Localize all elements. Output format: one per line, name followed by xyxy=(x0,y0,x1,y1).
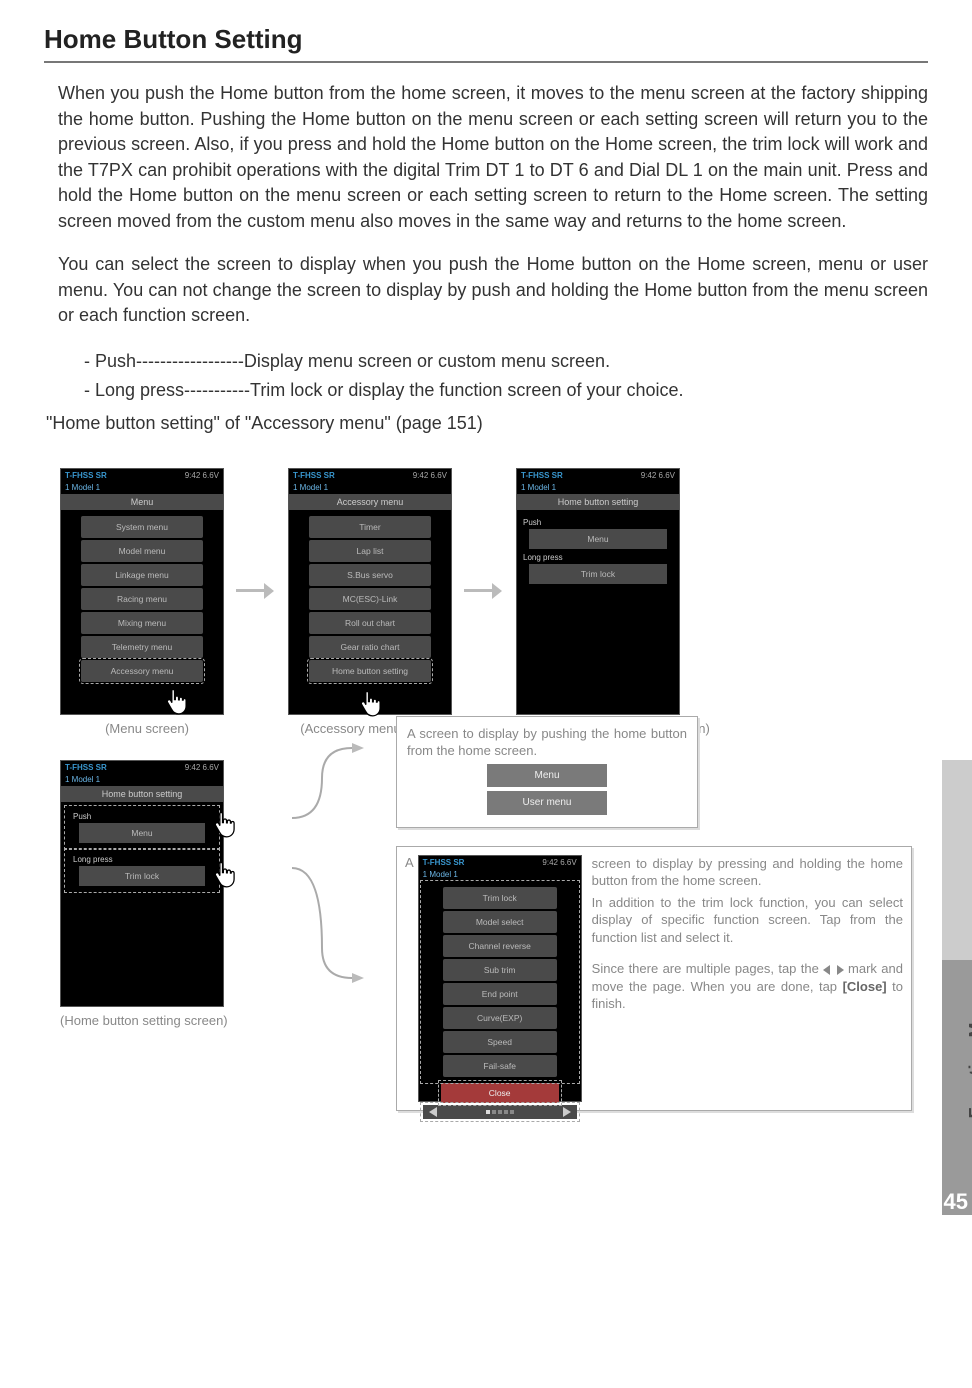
reference-line: "Home button setting" of "Accessory menu… xyxy=(44,413,928,434)
pager[interactable] xyxy=(423,1105,577,1119)
option-user-menu[interactable]: User menu xyxy=(487,791,607,815)
push-label: Push xyxy=(67,810,217,821)
func-item[interactable]: Curve(EXP) xyxy=(443,1007,557,1029)
caption-hbs-2: (Home button setting screen) xyxy=(60,1013,272,1028)
page-number: 45 xyxy=(944,1189,968,1215)
accessory-item[interactable]: Lap list xyxy=(309,540,431,562)
info-box-long-press: A T-FHSS SR9:42 6.6V 1 Model 1 Trim lock… xyxy=(396,846,912,1111)
arrow-right-icon xyxy=(464,582,504,600)
arrow-right-icon xyxy=(236,582,276,600)
title-rule xyxy=(44,61,928,63)
screenshot-home-button-setting: T-FHSS SR9:42 6.6V 1 Model 1 Home button… xyxy=(516,468,680,715)
hand-pointer-icon xyxy=(357,688,383,722)
info2-p2: In addition to the trim lock function, y… xyxy=(592,894,903,947)
func-item[interactable]: End point xyxy=(443,983,557,1005)
menu-item[interactable]: Linkage menu xyxy=(81,564,203,586)
menu-item[interactable]: Telemetry menu xyxy=(81,636,203,658)
paragraph-2: You can select the screen to display whe… xyxy=(44,252,928,329)
screenshot-menu: T-FHSS SR9:42 6.6V 1 Model 1 Menu System… xyxy=(60,468,224,715)
push-line: - Push------------------Display menu scr… xyxy=(84,347,928,376)
func-item[interactable]: Fail-safe xyxy=(443,1055,557,1077)
close-label: [Close] xyxy=(843,979,887,994)
func-item[interactable]: Model select xyxy=(443,911,557,933)
page-prev-icon[interactable] xyxy=(429,1107,437,1117)
long-press-label: Long press xyxy=(517,551,679,562)
paragraph-1: When you push the Home button from the h… xyxy=(44,81,928,234)
long-press-label: Long press xyxy=(67,853,217,864)
func-item[interactable]: Speed xyxy=(443,1031,557,1053)
info-box-text: A screen to display by pushing the home … xyxy=(407,725,687,760)
model-line: 1 Model 1 xyxy=(61,483,223,494)
long-press-button[interactable]: Trim lock xyxy=(529,564,667,584)
info2-p3: Since there are multiple pages, tap the … xyxy=(592,960,903,1013)
long-press-button[interactable]: Trim lock xyxy=(79,866,205,886)
caption-menu: (Menu screen) xyxy=(72,721,222,736)
menu-item[interactable]: System menu xyxy=(81,516,203,538)
accessory-item[interactable]: Roll out chart xyxy=(309,612,431,634)
accessory-item[interactable]: Gear ratio chart xyxy=(309,636,431,658)
info-box2-prefix: A xyxy=(405,855,414,1102)
close-button[interactable]: Close xyxy=(441,1083,559,1103)
func-item[interactable]: Trim lock xyxy=(443,887,557,909)
info2-p1: screen to display by pressing and holdin… xyxy=(592,855,903,890)
page-next-icon[interactable] xyxy=(563,1107,571,1117)
push-label: Push xyxy=(517,516,679,527)
triangle-right-icon xyxy=(837,965,844,975)
status-left: T-FHSS SR xyxy=(65,471,107,480)
connector-lines xyxy=(292,760,376,1060)
func-item[interactable]: Channel reverse xyxy=(443,935,557,957)
menu-item-accessory[interactable]: Accessory menu xyxy=(81,660,203,682)
accessory-item[interactable]: Timer xyxy=(309,516,431,538)
hand-pointer-icon xyxy=(163,686,189,720)
section-tab: Function Map 45 xyxy=(942,760,972,1215)
accessory-item[interactable]: S.Bus servo xyxy=(309,564,431,586)
page-title: Home Button Setting xyxy=(44,24,928,55)
bottom-section: T-FHSS SR9:42 6.6V 1 Model 1 Home button… xyxy=(44,760,928,1111)
menu-header: Menu xyxy=(61,494,223,510)
hand-pointer-icon xyxy=(211,809,237,843)
screenshot-hbs-annotated: T-FHSS SR9:42 6.6V 1 Model 1 Home button… xyxy=(60,760,224,1007)
screenshot-accessory-menu: T-FHSS SR9:42 6.6V 1 Model 1 Accessory m… xyxy=(288,468,452,715)
page-dots xyxy=(486,1110,514,1114)
accessory-item-home-button-setting[interactable]: Home button setting xyxy=(309,660,431,682)
hbs-header: Home button setting xyxy=(517,494,679,510)
info-box-push: A screen to display by pushing the home … xyxy=(396,716,698,828)
menu-item[interactable]: Mixing menu xyxy=(81,612,203,634)
accessory-item[interactable]: MC(ESC)-Link xyxy=(309,588,431,610)
screenshots-row: T-FHSS SR9:42 6.6V 1 Model 1 Menu System… xyxy=(60,468,928,715)
menu-item[interactable]: Model menu xyxy=(81,540,203,562)
hand-pointer-icon xyxy=(211,859,237,893)
func-item[interactable]: Sub trim xyxy=(443,959,557,981)
screenshot-function-list: T-FHSS SR9:42 6.6V 1 Model 1 Trim lock M… xyxy=(418,855,582,1102)
accessory-header: Accessory menu xyxy=(289,494,451,510)
push-button[interactable]: Menu xyxy=(529,529,667,549)
push-button[interactable]: Menu xyxy=(79,823,205,843)
triangle-left-icon xyxy=(823,965,830,975)
section-tab-label: Function Map xyxy=(966,960,972,1160)
option-menu[interactable]: Menu xyxy=(487,764,607,788)
long-press-line: - Long press-----------Trim lock or disp… xyxy=(84,376,928,405)
menu-item[interactable]: Racing menu xyxy=(81,588,203,610)
